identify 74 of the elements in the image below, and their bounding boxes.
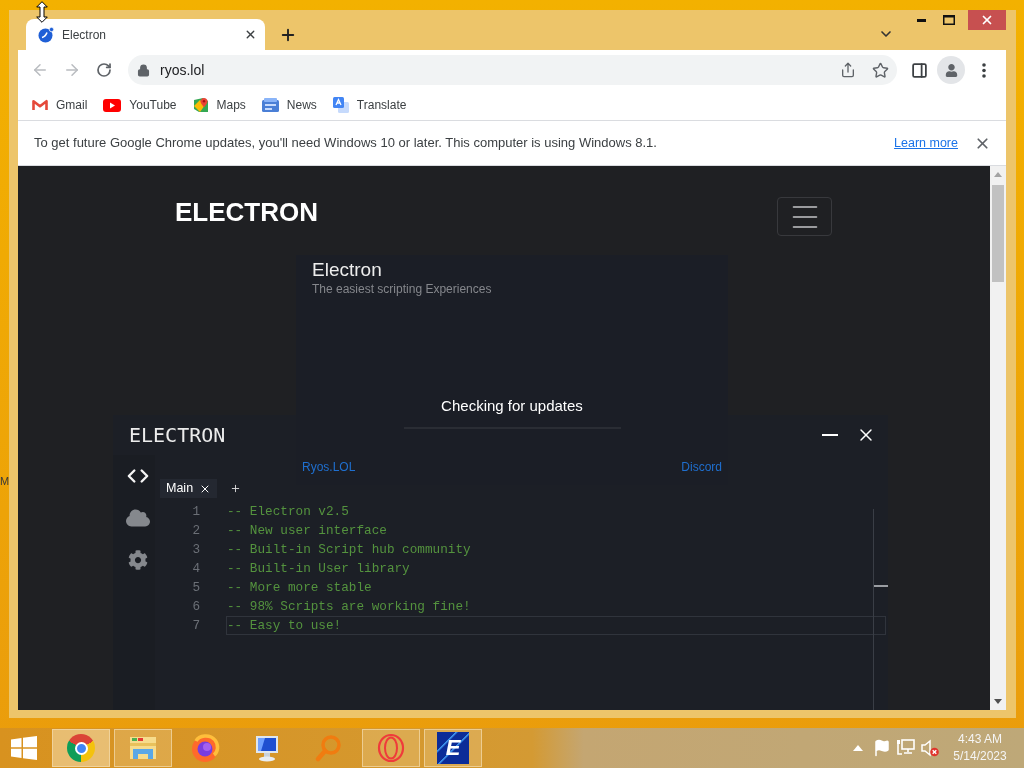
scrollbar-thumb [874, 585, 888, 587]
up-caret-icon [853, 745, 863, 751]
bookmark-item[interactable]: Maps [184, 92, 254, 118]
line-number: 7 [191, 617, 200, 634]
flame-circle-icon [190, 733, 220, 763]
status-text: Checking for updates [441, 396, 583, 416]
flag-icon [873, 739, 891, 757]
translate-icon [332, 97, 349, 113]
clock-date: 5/14/2023 [953, 748, 1007, 765]
star-icon [871, 61, 889, 79]
side-panel-icon [910, 61, 928, 79]
line-number: 5 [191, 579, 200, 596]
arrow-right-icon [63, 61, 81, 79]
reload-icon [96, 62, 112, 78]
user-icon [944, 63, 958, 77]
close-window-button[interactable] [968, 10, 1006, 30]
menu-button[interactable] [777, 197, 832, 236]
clock-time: 4:43 AM [958, 731, 1002, 748]
app-logo: E [437, 732, 469, 764]
network-icon [897, 739, 915, 757]
down-arrow-icon [994, 699, 1002, 704]
plus-icon [229, 483, 241, 494]
start-icon [11, 736, 37, 760]
resize-cursor-icon [36, 1, 48, 23]
bookmark-item[interactable]: YouTube [95, 92, 185, 118]
line-number: 2 [191, 522, 200, 539]
line-number: 1 [191, 503, 200, 520]
code-line: -- Electron v2.5 [227, 503, 349, 520]
up-arrow-icon [994, 172, 1002, 177]
share-icon [840, 62, 856, 78]
taskbar-button[interactable]: E [424, 729, 482, 767]
search-icon [315, 734, 343, 762]
minimize-icon [917, 18, 926, 22]
line-number: 4 [191, 560, 200, 577]
editor-title: ELECTRON [129, 423, 226, 447]
site-logo-text: ELECTRON [175, 197, 318, 227]
bookmark-item[interactable]: Gmail [24, 92, 96, 118]
taskbar-button[interactable] [362, 729, 420, 767]
infobar-message: To get future Google Chrome updates, you'll need Windows 10 or later. This computer is using Windows 8.1. [34, 134, 658, 153]
taskbar-button[interactable] [52, 729, 110, 767]
code-line: -- New user interface [227, 522, 387, 539]
muted-speaker-icon [921, 739, 939, 757]
more-icon [982, 62, 986, 78]
mail-icon [32, 99, 48, 111]
news-icon [261, 98, 279, 112]
editor-tab[interactable]: Main [160, 479, 218, 498]
profile-button[interactable] [937, 56, 965, 84]
panel-title: Electron [312, 259, 383, 281]
maximize-icon [942, 15, 955, 25]
logo-icon [38, 26, 54, 43]
play-icon [103, 98, 122, 112]
code-line: -- More more stable [227, 579, 372, 596]
ring-icon [377, 733, 405, 763]
line-number: 3 [191, 541, 200, 558]
code-line: -- Built-in Script hub community [227, 541, 471, 558]
close-icon [980, 13, 994, 27]
address-field[interactable]: ryos.lol [128, 55, 897, 85]
code-line: -- 98% Scripts are working fine! [227, 598, 471, 615]
lock-icon [137, 63, 150, 77]
bookmark-item[interactable]: News [253, 92, 325, 118]
line-number: 6 [191, 598, 200, 615]
plus-icon [279, 26, 297, 44]
desktop-label: M [0, 475, 10, 488]
code-line: -- Built-in User library [227, 560, 410, 577]
browser-tab[interactable]: Electron [26, 19, 265, 50]
bookmark-item[interactable]: Translate [324, 92, 415, 118]
panel-subtitle: The easiest scripting Experiences [312, 281, 493, 297]
settings-icon [127, 550, 148, 570]
scrollbar-thumb[interactable] [992, 185, 1004, 282]
map-icon [192, 97, 209, 113]
learn-more-link[interactable]: Learn more [894, 133, 958, 153]
code-line: -- Easy to use! [227, 617, 342, 634]
folder-icon [128, 735, 158, 761]
minimize-icon [822, 434, 838, 436]
